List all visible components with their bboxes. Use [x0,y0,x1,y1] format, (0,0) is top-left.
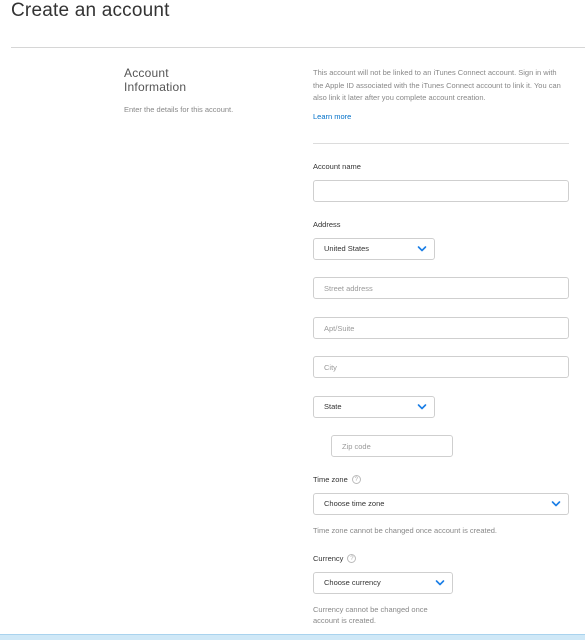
account-name-input[interactable] [313,180,569,202]
chevron-down-icon [435,579,445,587]
page-title: Create an account [11,0,170,21]
currency-select[interactable]: Choose currency [313,572,453,594]
street-address-input[interactable] [313,277,569,299]
chevron-down-icon [417,245,427,253]
time-zone-select-value: Choose time zone [324,499,385,508]
currency-label-text: Currency [313,554,344,563]
help-circle-icon[interactable]: ? [351,475,361,484]
state-select[interactable]: State [313,396,435,418]
state-select-value: State [324,402,342,411]
time-zone-label: Time zone? [313,475,361,484]
title-divider [11,47,585,48]
time-zone-select[interactable]: Choose time zone [313,493,569,515]
chevron-down-icon [417,403,427,411]
account-name-label: Account name [313,162,361,171]
country-select[interactable]: United States [313,238,435,260]
zip-code-input[interactable] [331,435,453,457]
currency-note-line1: Currency cannot be changed once [313,605,428,614]
time-zone-label-text: Time zone [313,475,348,484]
chevron-down-icon [551,500,561,508]
section-heading-line1: Account [124,66,169,80]
learn-more-link[interactable]: Learn more [313,112,351,121]
info-divider [313,143,569,144]
apt-suite-input[interactable] [313,317,569,339]
info-text: This account will not be linked to an iT… [313,68,561,102]
section-heading: Account Information [124,66,234,94]
section-description: Enter the details for this account. [124,105,234,114]
currency-label: Currency? [313,554,357,563]
time-zone-note: Time zone cannot be changed once account… [313,526,498,535]
address-label: Address [313,220,341,229]
currency-select-value: Choose currency [324,578,381,587]
help-circle-icon[interactable]: ? [347,554,357,563]
section-heading-line2: Information [124,80,187,94]
currency-note: Currency cannot be changed once account … [313,604,428,626]
city-input[interactable] [313,356,569,378]
bottom-bar [0,634,585,640]
country-select-value: United States [324,244,370,253]
currency-note-line2: account is created. [313,616,376,625]
